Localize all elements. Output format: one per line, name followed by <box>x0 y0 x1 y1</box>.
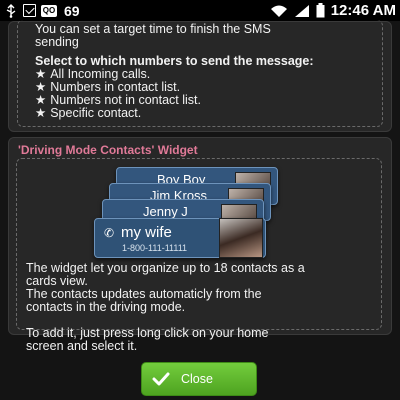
notification-count: 69 <box>64 2 80 19</box>
widget-description: The widget let you organize up to 18 con… <box>26 262 305 353</box>
battery-icon <box>316 3 325 18</box>
widget-section-title: 'Driving Mode Contacts' Widget <box>18 143 198 157</box>
contact-card-front: ✆ my wife 1-800-111-11111 <box>94 218 266 258</box>
description-line: contacts in the driving mode. <box>26 300 186 314</box>
option-item: ★ Specific contact. <box>35 107 314 120</box>
target-time-text: You can set a target time to finish the … <box>35 23 271 49</box>
wifi-icon <box>270 5 287 17</box>
voicemail-icon: QO <box>41 4 57 17</box>
info-panel: You can set a target time to finish the … <box>8 20 392 132</box>
status-bar-right: 12:46 AM <box>270 2 396 19</box>
contact-number: 1-800-111-11111 <box>122 243 188 253</box>
close-button-label: Close <box>181 372 213 386</box>
status-bar: QO 69 12:46 AM <box>0 0 400 21</box>
description-line: screen and select it. <box>26 339 138 353</box>
info-panel-inner: You can set a target time to finish the … <box>17 20 383 127</box>
widget-panel-inner: Boy Boy Jim Kross Jenny J ✆ my wife 1-80… <box>16 158 382 353</box>
send-options-block: Select to which numbers to send the mess… <box>35 55 314 120</box>
phone-icon: ✆ <box>104 226 115 240</box>
signal-icon <box>294 4 309 17</box>
status-time: 12:46 AM <box>330 2 396 19</box>
status-bar-left: QO 69 <box>4 2 80 19</box>
star-icon: ★ <box>35 106 47 120</box>
option-label: Specific contact. <box>50 106 142 120</box>
checkmark-icon <box>152 372 170 386</box>
target-time-line-2: sending <box>35 35 79 49</box>
contact-photo <box>219 218 263 258</box>
contact-name: Jenny J <box>143 204 188 219</box>
usb-icon <box>6 3 16 18</box>
message-icon <box>23 4 36 17</box>
contact-name: my wife <box>121 224 172 241</box>
close-button[interactable]: Close <box>141 362 257 396</box>
